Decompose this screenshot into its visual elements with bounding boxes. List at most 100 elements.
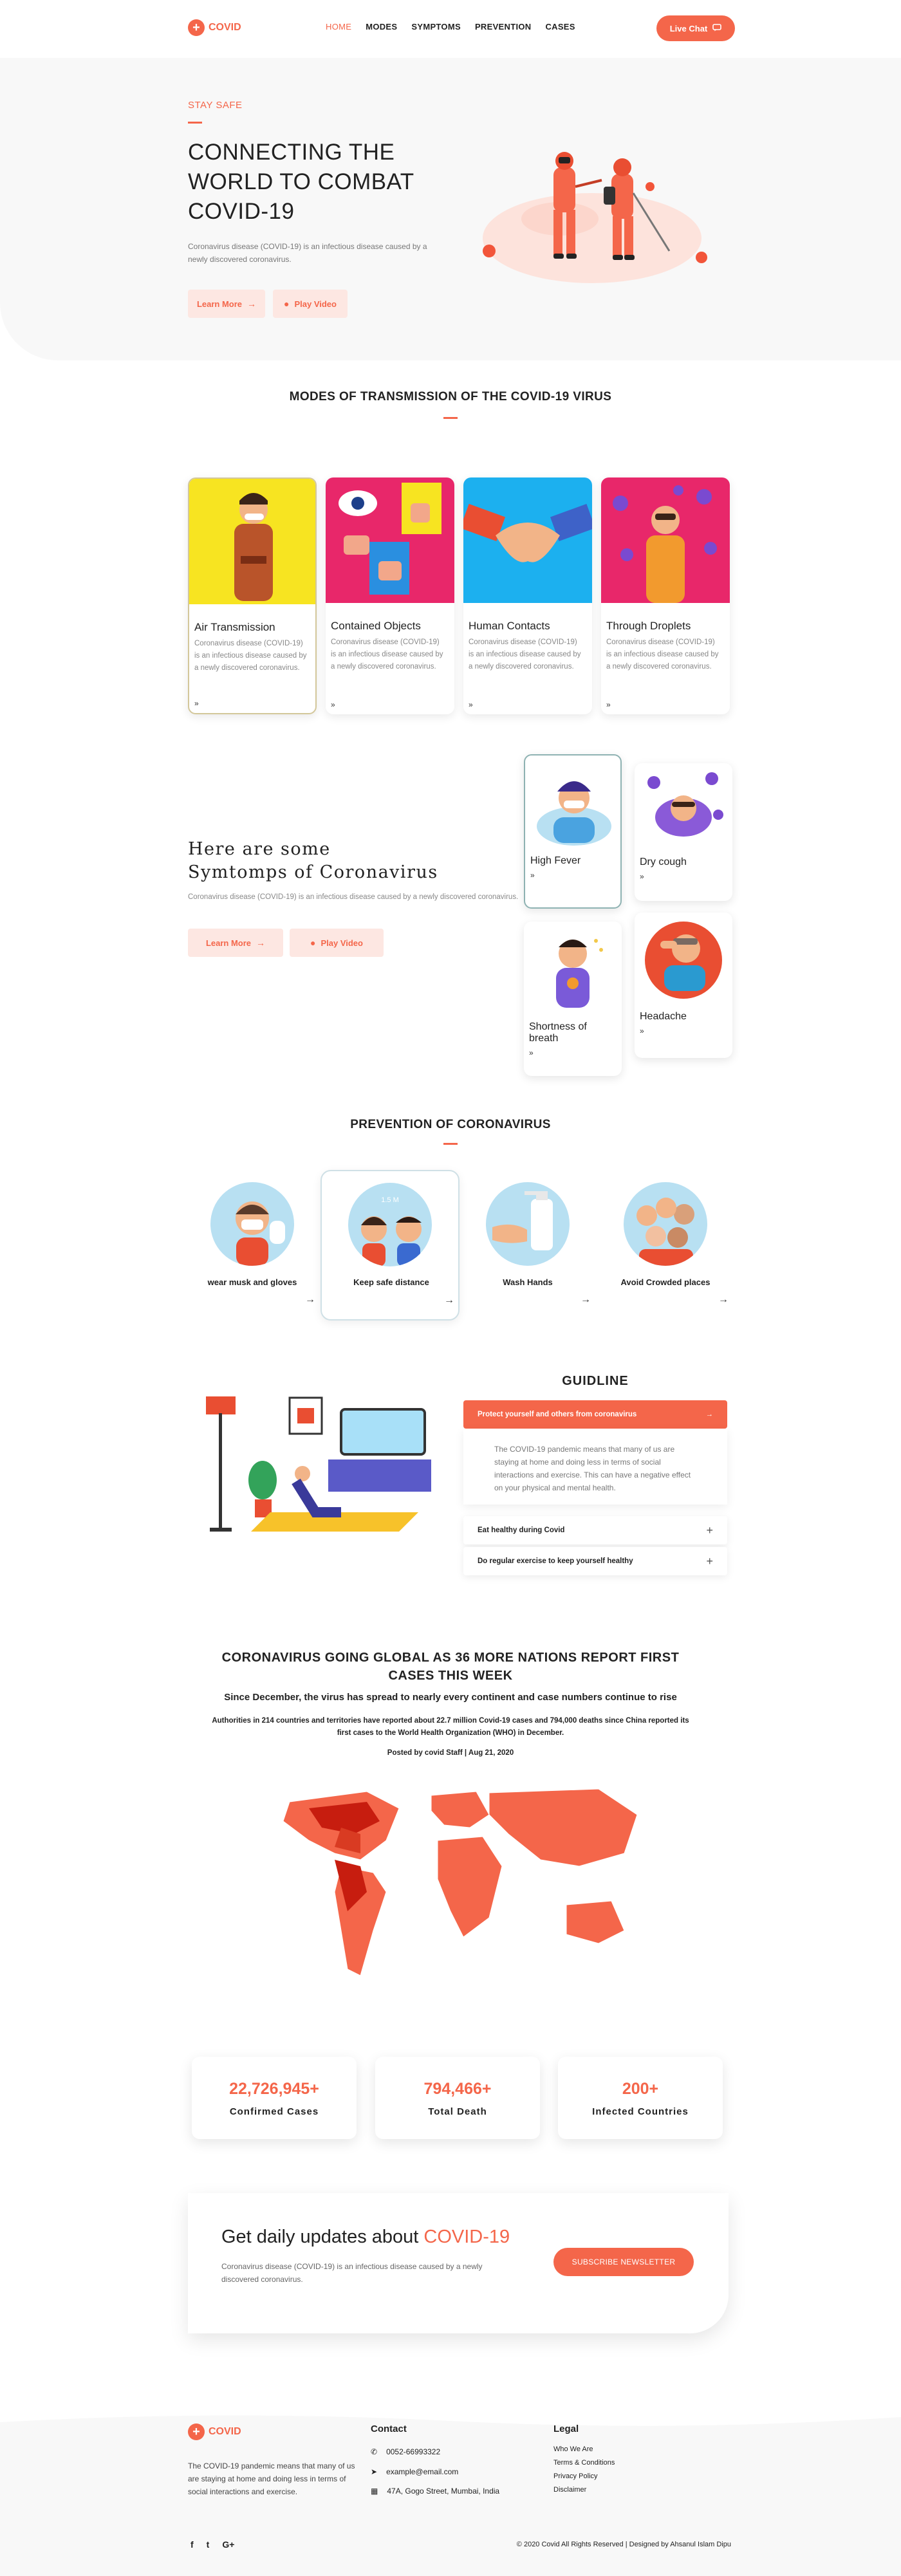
double-chevron-right-icon[interactable]: » bbox=[331, 700, 335, 709]
footer-legal-title: Legal bbox=[553, 2423, 579, 2434]
mode-card-title: Through Droplets bbox=[606, 620, 691, 632]
mode-card-text: Coronavirus disease (COVID-19) is an inf… bbox=[331, 638, 443, 671]
symptoms-title-line: Here are some bbox=[188, 839, 331, 859]
headache-illustration bbox=[645, 922, 722, 999]
accordion-item[interactable]: Eat healthy during Covid + bbox=[463, 1516, 727, 1544]
footer-address: ▦ 47A, Gogo Street, Mumbai, India bbox=[371, 2487, 499, 2496]
news-subtitle: Since December, the virus has spread to … bbox=[224, 1692, 677, 1703]
wash-hands-illustration bbox=[486, 1182, 570, 1266]
copyright: © 2020 Covid All Rights Reserved | Desig… bbox=[516, 2541, 731, 2548]
accordion-item[interactable]: Do regular exercise to keep yourself hea… bbox=[463, 1547, 727, 1575]
hero-play-video-button[interactable]: ● Play Video bbox=[273, 290, 348, 318]
symptom-card-headache[interactable]: Headache » bbox=[635, 913, 732, 1058]
nav-home[interactable]: HOME bbox=[326, 22, 351, 32]
paper-plane-icon: ➤ bbox=[371, 2467, 378, 2476]
prevention-item-active[interactable]: 1.5 M Keep safe distance → bbox=[320, 1170, 460, 1320]
footer-legal-link[interactable]: Privacy Policy bbox=[553, 2472, 597, 2480]
news-title: CORONAVIRUS GOING GLOBAL AS 36 MORE NATI… bbox=[221, 1651, 680, 1683]
mode-card-text: Coronavirus disease (COVID-19) is an inf… bbox=[194, 640, 307, 672]
symptom-card-shortness-of-breath[interactable]: Shortness of breath » bbox=[524, 922, 622, 1076]
footer-logo[interactable]: + COVID bbox=[188, 2423, 241, 2440]
footer-legal-link[interactable]: Disclaimer bbox=[553, 2486, 586, 2494]
distance-label: 1.5 M bbox=[381, 1196, 399, 1204]
address-text: 47A, Gogo Street, Mumbai, India bbox=[387, 2487, 500, 2496]
plus-icon: + bbox=[706, 1554, 713, 1568]
contained-objects-illustration bbox=[326, 477, 454, 603]
accordion-open-header[interactable]: Protect yourself and others from coronav… bbox=[463, 1400, 727, 1429]
prevention-item[interactable]: Wash Hands → bbox=[458, 1176, 597, 1326]
double-chevron-right-icon[interactable]: » bbox=[606, 700, 611, 709]
symptoms-learn-more-button[interactable]: Learn More → bbox=[188, 929, 283, 957]
site-logo[interactable]: + COVID bbox=[188, 19, 241, 36]
arrow-right-icon[interactable]: → bbox=[305, 1294, 315, 1306]
stat-value: 794,466+ bbox=[423, 2080, 492, 2098]
learn-more-label: Learn More bbox=[205, 938, 252, 948]
symptom-name: Headache bbox=[640, 1011, 687, 1022]
mode-card-text: Coronavirus disease (COVID-19) is an inf… bbox=[469, 638, 581, 671]
symptoms-play-video-button[interactable]: ● Play Video bbox=[290, 929, 384, 957]
subscribe-newsletter-button[interactable]: SUBSCRIBE NEWSLETTER bbox=[553, 2248, 694, 2276]
symptom-card-dry-cough[interactable]: Dry cough » bbox=[635, 763, 732, 901]
footer-logo-text: COVID bbox=[209, 2426, 241, 2437]
symptoms-title: Here are some Symtomps of Coronavirus bbox=[188, 838, 458, 884]
medical-cross-icon: + bbox=[188, 19, 205, 36]
plus-icon: + bbox=[706, 1523, 713, 1537]
double-chevron-right-icon[interactable]: » bbox=[469, 700, 473, 709]
mode-card[interactable]: Through Droplets Coronavirus disease (CO… bbox=[601, 477, 730, 714]
symptom-name: High Fever bbox=[530, 855, 581, 866]
mask-gloves-illustration bbox=[210, 1182, 294, 1266]
hero-learn-more-button[interactable]: Learn More → bbox=[188, 290, 265, 318]
double-chevron-right-icon[interactable]: » bbox=[640, 1026, 727, 1035]
mode-card-title: Air Transmission bbox=[194, 621, 275, 633]
footer-legal-link[interactable]: Terms & Conditions bbox=[553, 2459, 615, 2467]
guideline-title: GUIDLINE bbox=[562, 1374, 629, 1388]
avoid-crowds-illustration bbox=[624, 1182, 707, 1266]
prevention-item[interactable]: Avoid Crowded places → bbox=[596, 1176, 735, 1326]
footer-contact-title: Contact bbox=[371, 2423, 407, 2434]
main-nav: HOME MODES SYMPTOMS PREVENTION CASES bbox=[326, 22, 575, 32]
stat-card-countries: 200+ Infected Countries bbox=[558, 2057, 723, 2139]
symptom-card-high-fever[interactable]: High Fever » bbox=[524, 754, 622, 909]
arrow-right-icon[interactable]: → bbox=[581, 1294, 591, 1306]
mode-card[interactable]: Contained Objects Coronavirus disease (C… bbox=[326, 477, 454, 714]
nav-symptoms[interactable]: SYMPTOMS bbox=[411, 22, 461, 32]
double-chevron-right-icon[interactable]: » bbox=[194, 699, 199, 708]
building-icon: ▦ bbox=[371, 2487, 378, 2496]
double-chevron-right-icon[interactable]: » bbox=[640, 872, 727, 881]
nav-cases[interactable]: CASES bbox=[545, 22, 575, 32]
hero-title-line: CONNECTING THE bbox=[188, 140, 395, 165]
arrow-right-icon[interactable]: → bbox=[444, 1295, 454, 1306]
hero-illustration bbox=[463, 142, 727, 290]
modes-underline bbox=[443, 417, 458, 419]
arrow-right-icon[interactable]: → bbox=[718, 1294, 729, 1306]
prevention-label: Keep safe distance bbox=[353, 1277, 429, 1287]
stat-value: 22,726,945+ bbox=[229, 2080, 319, 2098]
mode-card-title: Contained Objects bbox=[331, 620, 421, 632]
symptom-name: Dry cough bbox=[640, 857, 687, 867]
air-transmission-illustration bbox=[189, 479, 315, 604]
mode-card[interactable]: Air Transmission Coronavirus disease (CO… bbox=[188, 477, 317, 714]
stat-card-deaths: 794,466+ Total Death bbox=[375, 2057, 540, 2139]
double-chevron-right-icon[interactable]: » bbox=[529, 1048, 617, 1057]
stat-label: Infected Countries bbox=[592, 2106, 689, 2117]
footer-phone[interactable]: ✆ 0052-66993322 bbox=[371, 2447, 440, 2456]
human-contacts-illustration bbox=[463, 477, 592, 603]
mode-card[interactable]: Human Contacts Coronavirus disease (COVI… bbox=[463, 477, 592, 714]
symptoms-subtitle: Coronavirus disease (COVID-19) is an inf… bbox=[188, 893, 519, 901]
prevention-item[interactable]: wear musk and gloves → bbox=[183, 1176, 322, 1326]
footer-email[interactable]: ➤ example@email.com bbox=[371, 2467, 458, 2476]
nav-prevention[interactable]: PREVENTION bbox=[475, 22, 532, 32]
prevention-label: wear musk and gloves bbox=[207, 1277, 297, 1287]
accordion-item-label: Do regular exercise to keep yourself hea… bbox=[478, 1557, 633, 1565]
modes-title: MODES OF TRANSMISSION OF THE COVID-19 VI… bbox=[289, 390, 612, 403]
double-chevron-right-icon[interactable]: » bbox=[530, 871, 615, 880]
hero-tag: STAY SAFE bbox=[188, 100, 243, 111]
nav-modes[interactable]: MODES bbox=[366, 22, 397, 32]
hero-title-line: WORLD TO COMBAT bbox=[188, 169, 414, 194]
chat-icon bbox=[712, 23, 722, 33]
footer-legal-link[interactable]: Who We Are bbox=[553, 2445, 593, 2453]
mode-card-title: Human Contacts bbox=[469, 620, 550, 632]
phone-text: 0052-66993322 bbox=[386, 2447, 441, 2456]
play-video-label: Play Video bbox=[320, 938, 363, 948]
live-chat-button[interactable]: Live Chat bbox=[656, 15, 735, 41]
